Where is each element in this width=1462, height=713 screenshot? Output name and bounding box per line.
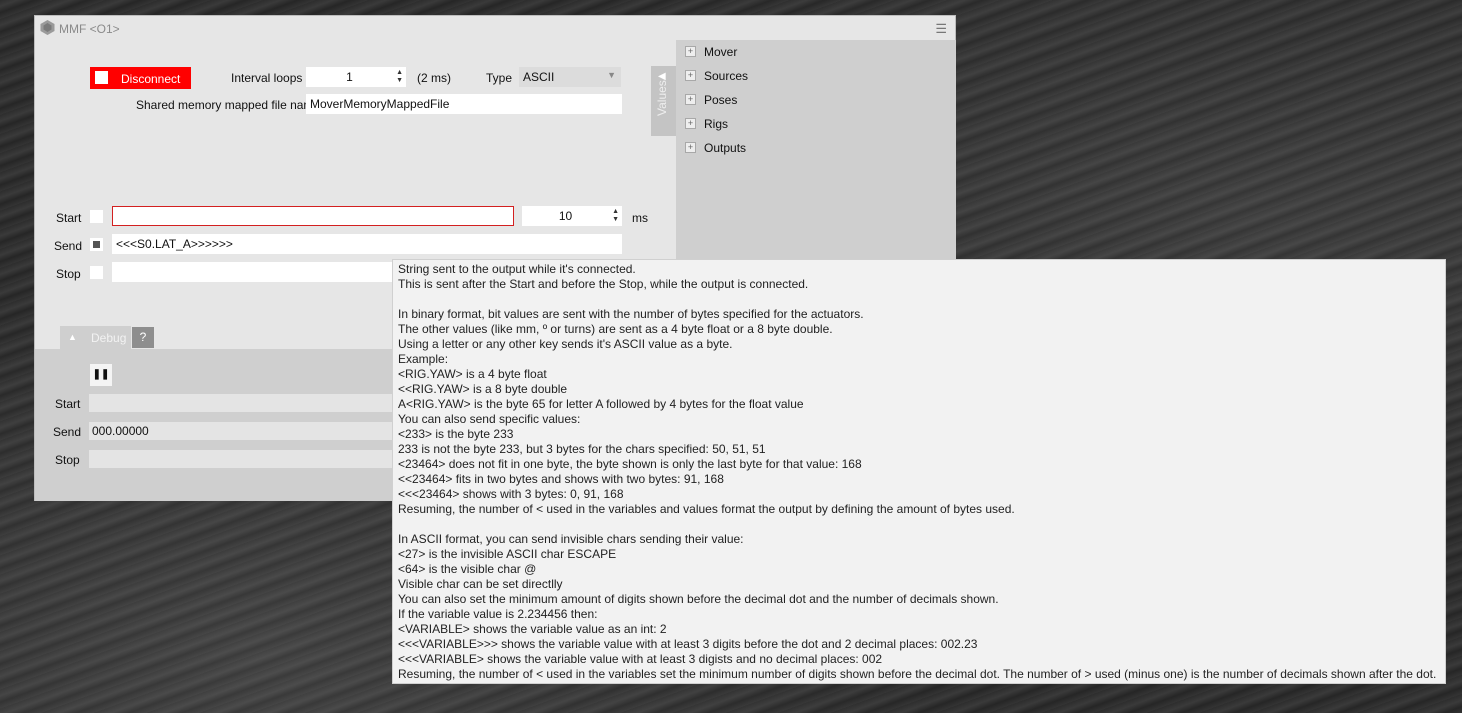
interval-loops-label: Interval loops	[231, 71, 303, 85]
expand-icon[interactable]: +	[685, 118, 696, 130]
connected-checkbox[interactable]	[95, 71, 108, 84]
tree-item-outputs[interactable]: + Outputs	[685, 140, 746, 158]
spin-arrows-icon[interactable]: ▲ ▼	[612, 208, 619, 224]
collapse-up-icon: ▲	[68, 332, 77, 342]
expand-icon[interactable]: +	[685, 94, 696, 106]
send-checkbox[interactable]	[90, 238, 103, 251]
debug-stop-value	[89, 450, 394, 468]
values-tab[interactable]: ◀ Values	[651, 66, 676, 136]
debug-tab[interactable]: ▲ Debug	[60, 326, 131, 349]
tooltip-line: <27> is the invisible ASCII char ESCAPE	[398, 547, 617, 561]
window-title: MMF <O1>	[59, 22, 120, 36]
menu-icon[interactable]: ☰	[935, 21, 947, 37]
pause-button[interactable]: ❚❚	[90, 364, 112, 386]
tooltip-line: <64> is the visible char @	[398, 562, 537, 576]
tooltip-line: <<<23464> shows with 3 bytes: 0, 91, 168	[398, 487, 624, 501]
start-checkbox[interactable]	[90, 210, 103, 223]
tooltip-line: This is sent after the Start and before …	[398, 277, 809, 291]
tooltip-line: <<23464> fits in two bytes and shows wit…	[398, 472, 724, 486]
tooltip-line: <<<VARIABLE> shows the variable value wi…	[398, 652, 883, 666]
tooltip-line: Using a letter or any other key sends it…	[398, 337, 733, 351]
tooltip-line: Example:	[398, 352, 449, 366]
tree-item-label: Sources	[704, 68, 749, 83]
expand-icon[interactable]: +	[685, 70, 696, 82]
start-label: Start	[56, 211, 82, 225]
tree-item-mover[interactable]: + Mover	[685, 44, 737, 62]
mmf-name-input[interactable]: MoverMemoryMappedFile	[306, 94, 622, 114]
tooltip-line	[398, 292, 1440, 307]
tooltip-line: If the variable value is 2.234456 then:	[398, 607, 598, 621]
start-interval-unit: ms	[632, 211, 648, 225]
stop-label: Stop	[56, 267, 81, 281]
title-bar: MMF <O1> ☰	[35, 16, 955, 40]
send-label: Send	[54, 239, 83, 253]
interval-loops-stepper[interactable]: 1 ▲ ▼	[306, 67, 406, 87]
tooltip-line: <<RIG.YAW> is a 8 byte double	[398, 382, 568, 396]
start-interval-stepper[interactable]: 10 ▲ ▼	[522, 206, 622, 226]
tooltip-line: 233 is not the byte 233, but 3 bytes for…	[398, 442, 766, 456]
disconnect-label: Disconnect	[121, 72, 181, 86]
tree-item-label: Poses	[704, 92, 738, 107]
tooltip-line: You can also send specific values:	[398, 412, 581, 426]
interval-ms-label: (2 ms)	[417, 71, 451, 85]
tooltip-line: Visible char can be set directlly	[398, 577, 563, 591]
app-logo-icon	[40, 20, 55, 35]
tooltip-line: In binary format, bit values are sent wi…	[398, 307, 864, 321]
mmf-name-label: Shared memory mapped file name	[136, 98, 321, 112]
tooltip-line: A<RIG.YAW> is the byte 65 for letter A f…	[398, 397, 804, 411]
stop-checkbox[interactable]	[90, 266, 103, 279]
send-help-tooltip: String sent to the output while it's con…	[392, 259, 1446, 684]
spin-arrows-icon[interactable]: ▲ ▼	[396, 69, 403, 85]
tooltip-line	[398, 517, 1440, 532]
tooltip-line: String sent to the output while it's con…	[398, 262, 636, 276]
tooltip-line: <<<VARIABLE>>> shows the variable value …	[398, 637, 978, 651]
tooltip-line: <RIG.YAW> is a 4 byte float	[398, 367, 547, 381]
tree-item-sources[interactable]: + Sources	[685, 68, 748, 86]
values-tab-label: Values	[655, 80, 669, 116]
help-button[interactable]: ?	[132, 327, 154, 348]
tree-item-label: Mover	[704, 44, 738, 59]
expand-icon[interactable]: +	[685, 46, 696, 58]
debug-send-value: 000.00000	[89, 422, 394, 440]
debug-tab-label: Debug	[91, 331, 127, 345]
type-select[interactable]: ASCII ▼	[519, 67, 621, 87]
tree-item-rigs[interactable]: + Rigs	[685, 116, 728, 134]
start-interval-value: 10	[558, 209, 573, 223]
tree-item-label: Outputs	[704, 140, 747, 155]
chevron-down-icon: ▼	[607, 70, 616, 80]
tooltip-line: <23464> does not fit in one byte, the by…	[398, 457, 862, 471]
start-string-input[interactable]	[112, 206, 514, 226]
pause-icon: ❚❚	[92, 369, 110, 380]
disconnect-button[interactable]: Disconnect	[90, 67, 191, 89]
tooltip-line: <VARIABLE> shows the variable value as a…	[398, 622, 667, 636]
tooltip-line: Resuming, the number of < used in the va…	[398, 667, 1437, 681]
debug-start-label: Start	[55, 397, 81, 411]
tooltip-line: You can also set the minimum amount of d…	[398, 592, 999, 606]
tooltip-line: <233> is the byte 233	[398, 427, 514, 441]
tooltip-line: In ASCII format, you can send invisible …	[398, 532, 744, 546]
tooltip-line: Resuming, the number of < used in the va…	[398, 502, 1015, 516]
debug-stop-label: Stop	[55, 453, 80, 467]
expand-icon[interactable]: +	[685, 142, 696, 154]
debug-start-value	[89, 394, 394, 412]
interval-loops-value: 1	[346, 70, 353, 84]
tree-item-label: Rigs	[704, 116, 729, 131]
tooltip-line: The other values (like mm, º or turns) a…	[398, 322, 833, 336]
type-label: Type	[486, 71, 513, 85]
type-selected-value: ASCII	[523, 70, 555, 84]
send-string-input[interactable]: <<<S0.LAT_A>>>>>>	[112, 234, 622, 254]
debug-send-label: Send	[53, 425, 82, 439]
tree-item-poses[interactable]: + Poses	[685, 92, 737, 110]
